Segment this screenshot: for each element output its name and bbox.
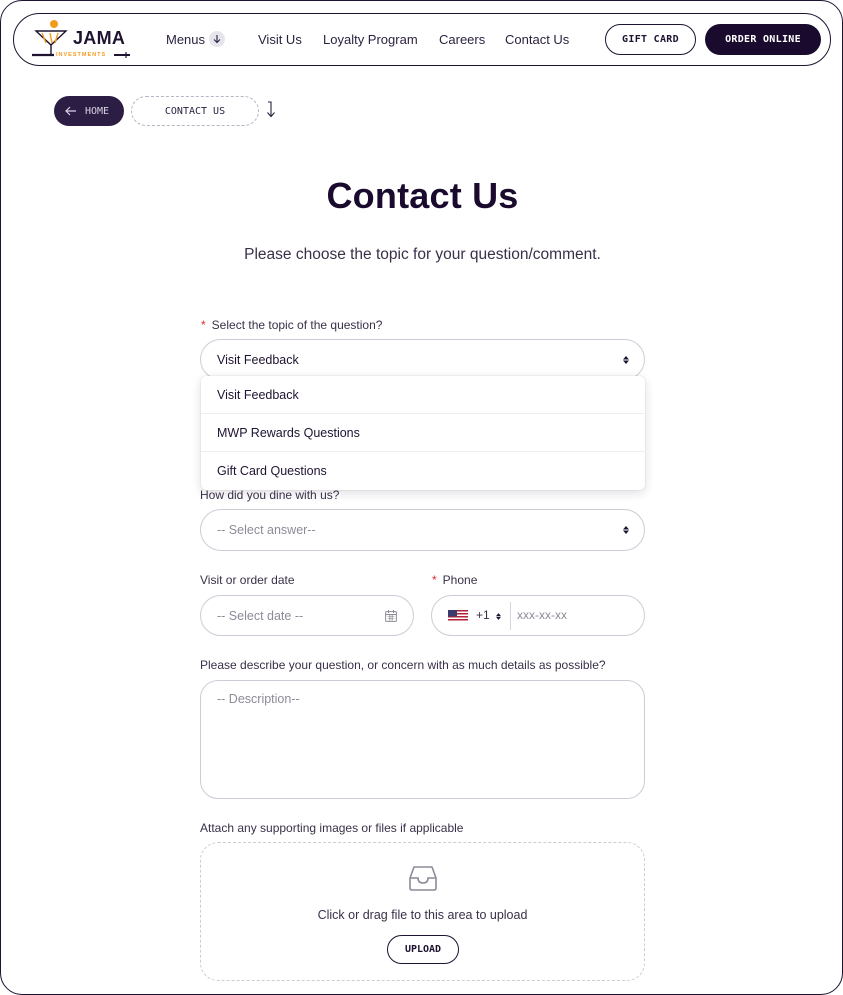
- dine-select[interactable]: -- Select answer--: [200, 509, 645, 551]
- inbox-icon: [409, 866, 437, 891]
- upload-button[interactable]: UPLOAD: [387, 935, 459, 964]
- dine-select-placeholder: -- Select answer--: [217, 523, 316, 537]
- order-online-button[interactable]: ORDER ONLINE: [705, 24, 821, 55]
- phone-label: * Phone: [432, 573, 478, 587]
- brand-tagline: INVESTMENTS: [56, 52, 107, 58]
- date-placeholder: -- Select date --: [217, 608, 304, 623]
- topic-dropdown-menu: Visit Feedback MWP Rewards Questions Gif…: [201, 376, 645, 490]
- topic-label: * Select the topic of the question?: [201, 318, 383, 332]
- calendar-icon: [385, 610, 397, 622]
- description-placeholder: -- Description--: [217, 692, 300, 706]
- nav-visit-us[interactable]: Visit Us: [258, 32, 302, 47]
- required-asterisk: *: [432, 573, 437, 587]
- phone-input[interactable]: +1 xxx-xx-xx: [431, 595, 645, 636]
- topic-select[interactable]: Visit Feedback: [200, 339, 645, 380]
- nav-careers[interactable]: Careers: [439, 32, 485, 47]
- nav-menus[interactable]: Menus: [166, 32, 205, 47]
- nav-loyalty-program[interactable]: Loyalty Program: [323, 32, 418, 47]
- top-navigation: JAMA INVESTMENTS Menus Visit Us Loyalty …: [13, 13, 831, 66]
- dine-label: How did you dine with us?: [200, 488, 340, 502]
- menus-chevron-down-icon[interactable]: [209, 31, 225, 47]
- breadcrumb-current: CONTACT US: [131, 96, 259, 126]
- breadcrumb-home-label: HOME: [85, 105, 110, 117]
- date-picker[interactable]: -- Select date --: [200, 595, 414, 636]
- select-caret-icon: [623, 355, 629, 364]
- arrow-down-icon: [267, 101, 275, 118]
- file-upload-dropzone[interactable]: Click or drag file to this area to uploa…: [200, 842, 645, 981]
- upload-hint: Click or drag file to this area to uploa…: [317, 908, 528, 922]
- description-label: Please describe your question, or concer…: [200, 658, 606, 672]
- gift-card-button[interactable]: GIFT CARD: [605, 24, 696, 55]
- dropdown-option-gift-card[interactable]: Gift Card Questions: [201, 452, 645, 490]
- breadcrumb-home[interactable]: HOME: [54, 96, 124, 126]
- attach-label: Attach any supporting images or files if…: [200, 821, 464, 835]
- phone-placeholder: xxx-xx-xx: [517, 608, 567, 622]
- page-subtitle: Please choose the topic for your questio…: [244, 246, 601, 263]
- nav-contact-us[interactable]: Contact Us: [505, 32, 569, 47]
- brand-logo[interactable]: JAMA INVESTMENTS: [32, 17, 130, 61]
- browser-frame: JAMA INVESTMENTS Menus Visit Us Loyalty …: [0, 0, 843, 995]
- date-label: Visit or order date: [200, 573, 295, 587]
- country-caret-icon[interactable]: [496, 613, 501, 620]
- phone-divider: [510, 602, 511, 630]
- us-flag-icon[interactable]: [448, 610, 468, 622]
- dropdown-option-visit-feedback[interactable]: Visit Feedback: [201, 376, 645, 414]
- topic-select-value: Visit Feedback: [217, 352, 299, 367]
- select-caret-icon: [623, 526, 629, 534]
- country-code[interactable]: +1: [476, 608, 490, 622]
- description-textarea[interactable]: -- Description--: [200, 680, 645, 799]
- dropdown-option-mwp-rewards[interactable]: MWP Rewards Questions: [201, 414, 645, 452]
- fork-icon: [114, 52, 130, 58]
- arrow-left-icon: [65, 106, 76, 116]
- page-title: Contact Us: [326, 175, 519, 216]
- required-asterisk: *: [201, 318, 206, 332]
- brand-name: JAMA: [73, 28, 126, 48]
